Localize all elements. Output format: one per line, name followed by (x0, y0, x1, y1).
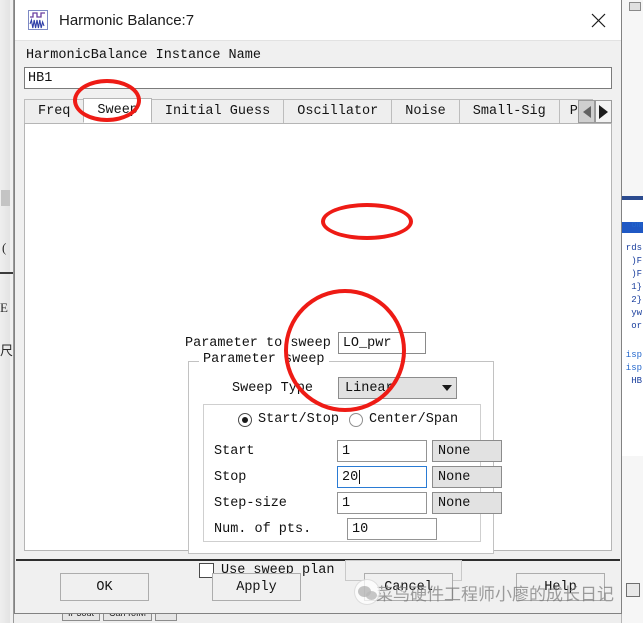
radio-start-stop[interactable] (238, 412, 252, 427)
tab-noise[interactable]: Noise (391, 99, 460, 123)
tab-small-sig[interactable]: Small-Sig (458, 99, 560, 123)
stop-unit-select[interactable]: None (432, 466, 502, 488)
background-code-8: isp (625, 350, 642, 360)
dialog-footer: OK Apply Cancel Help (15, 561, 621, 613)
background-glyph-2: 尺 (0, 343, 14, 358)
close-icon[interactable] (575, 0, 621, 41)
background-code-2: )F (631, 256, 642, 266)
sweep-type-row: Sweep Type Linear (232, 377, 458, 399)
background-code-0: om (631, 220, 642, 230)
background-code-6: yw (631, 308, 642, 318)
start-row: Start 1 None (214, 440, 502, 462)
start-label: Start (214, 443, 255, 459)
tab-initial-guess[interactable]: Initial Guess (150, 99, 285, 123)
tab-oscillator[interactable]: Oscillator (283, 99, 393, 123)
background-topright-chip (629, 2, 641, 11)
num-points-row: Num. of pts. 10 (214, 518, 437, 540)
tab-freq[interactable]: Freq (24, 99, 85, 123)
background-left-panel: ( E 尺 (0, 0, 14, 623)
parameter-to-sweep-input[interactable]: LO_pwr (337, 332, 426, 354)
step-size-input[interactable]: 1 (337, 492, 427, 514)
step-size-label: Step-size (214, 495, 287, 511)
sweep-mode-radio-group: Start/Stop Center/Span (238, 412, 458, 427)
background-code-9: isp (625, 363, 642, 373)
start-input[interactable]: 1 (337, 440, 427, 462)
cancel-button[interactable]: Cancel (364, 573, 453, 601)
background-code-1: rds (625, 243, 642, 253)
harmonic-balance-dialog: Harmonic Balance:7 HarmonicBalance Insta… (14, 0, 622, 614)
instance-name-input[interactable]: HB1 (24, 67, 612, 89)
tab-scroll-controls (578, 100, 612, 123)
background-code-5: 2} (631, 295, 642, 305)
parameter-sweep-legend: Parameter sweep (199, 352, 329, 367)
background-glyph-1: E (0, 300, 8, 315)
background-divider (0, 272, 13, 274)
step-size-unit-select[interactable]: None (432, 492, 502, 514)
sweep-type-value: Linear (345, 380, 394, 396)
tab-bar: Freq Sweep Initial Guess Oscillator Nois… (24, 98, 612, 123)
step-size-unit-value: None (438, 495, 471, 511)
background-glyph-0: ( (2, 240, 7, 255)
triangle-right-icon[interactable] (595, 100, 612, 123)
harmonic-balance-waveform-icon (28, 10, 48, 30)
background-right-panel: om rds )F )F 1} 2} yw or isp isp HB (621, 0, 643, 623)
stop-row: Stop 20 None (214, 466, 502, 488)
sweep-type-select[interactable]: Linear (338, 377, 458, 399)
sweep-type-label: Sweep Type (232, 380, 314, 396)
start-unit-select[interactable]: None (432, 440, 502, 462)
step-size-row: Step-size 1 None (214, 492, 502, 514)
dialog-title: Harmonic Balance:7 (59, 11, 195, 29)
background-code-4: 1} (631, 282, 642, 292)
radio-start-stop-label: Start/Stop (258, 412, 340, 427)
background-code-window-titlebar (621, 196, 643, 200)
num-points-label: Num. of pts. (214, 521, 312, 537)
parameter-to-sweep-label: Parameter to sweep (185, 335, 331, 351)
ok-button[interactable]: OK (60, 573, 149, 601)
sweep-range-box: Start/Stop Center/Span Start 1 None Stop… (203, 404, 502, 542)
tab-sweep[interactable]: Sweep (83, 98, 152, 123)
sweep-tab-panel: Parameter to sweep LO_pwr Parameter swee… (24, 123, 612, 581)
background-code-7: or (631, 321, 642, 331)
background-code-10: HB (631, 376, 642, 386)
parameter-to-sweep-row: Parameter to sweep LO_pwr (185, 332, 426, 354)
dialog-body: HarmonicBalance Instance Name HB1 Freq S… (15, 41, 621, 581)
chevron-down-icon (442, 385, 453, 391)
start-unit-value: None (438, 443, 471, 459)
num-points-input[interactable]: 10 (347, 518, 437, 540)
background-code-3: )F (631, 269, 642, 279)
stop-unit-value: None (438, 469, 471, 485)
stop-input[interactable]: 20 (337, 466, 427, 488)
stop-input-value: 20 (342, 469, 359, 485)
radio-center-span-label: Center/Span (369, 412, 459, 427)
text-cursor (359, 470, 361, 484)
triangle-left-icon[interactable] (578, 100, 595, 123)
instance-name-label: HarmonicBalance Instance Name (26, 48, 261, 63)
stop-label: Stop (214, 469, 247, 485)
radio-center-span[interactable] (349, 412, 364, 427)
help-button[interactable]: Help (516, 573, 605, 601)
parameter-sweep-group: Parameter sweep Sweep Type Linear Start/… (188, 352, 502, 554)
apply-button[interactable]: Apply (212, 573, 301, 601)
background-scrollbar-thumb[interactable] (1, 190, 10, 206)
dialog-titlebar: Harmonic Balance:7 (15, 0, 621, 41)
background-window-icon (626, 583, 640, 597)
